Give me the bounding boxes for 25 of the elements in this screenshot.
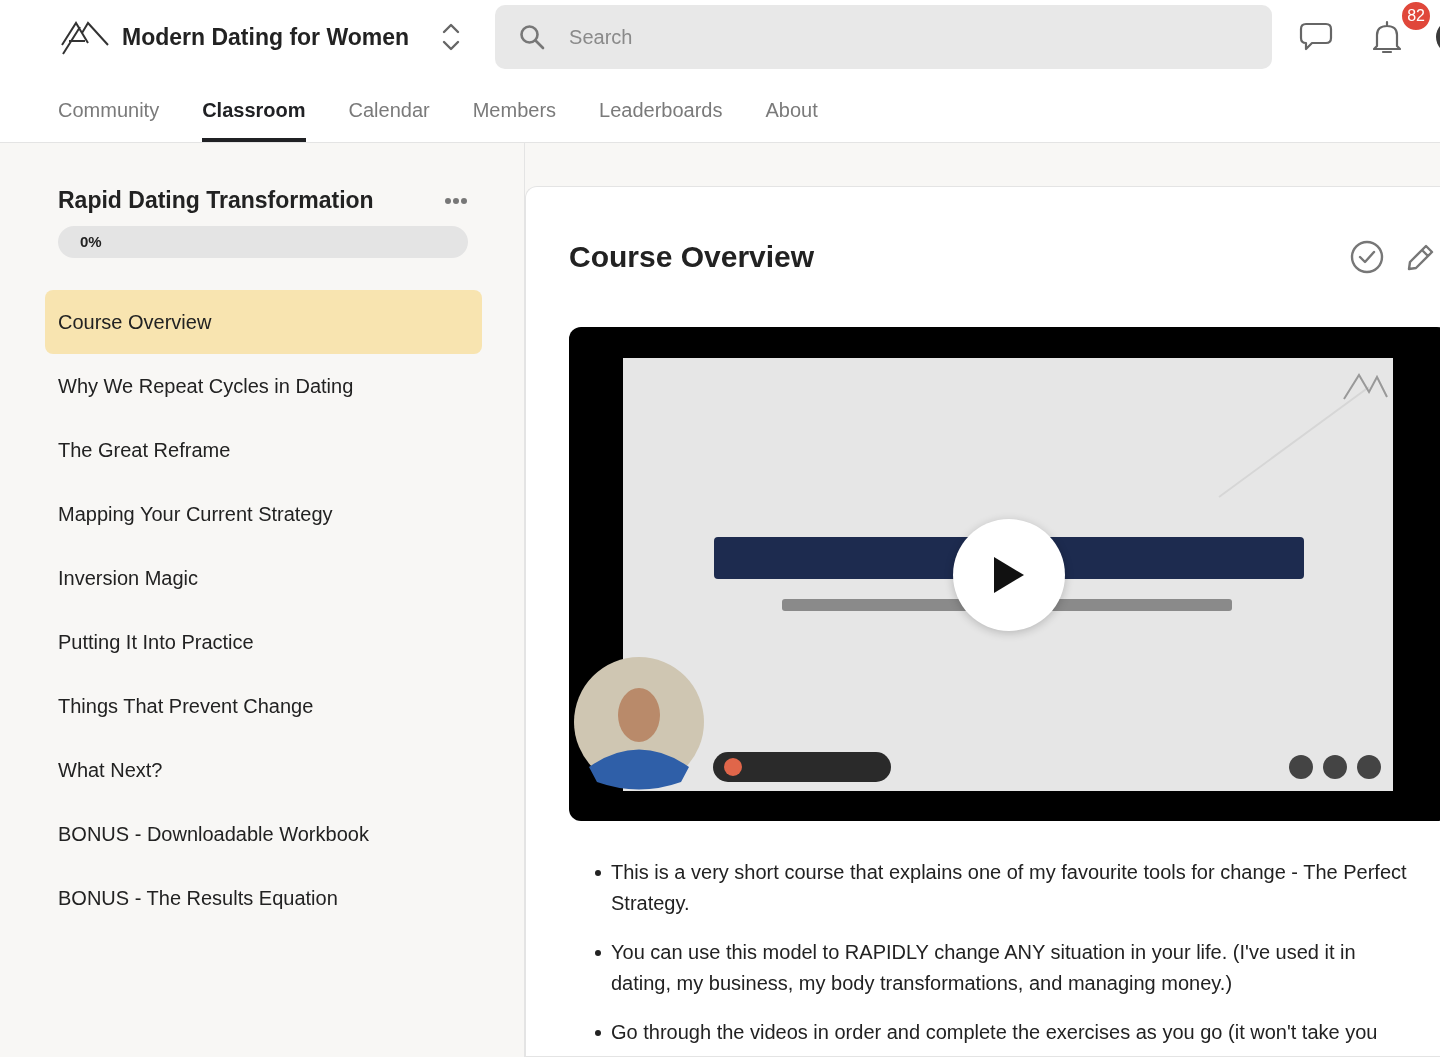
course-title: Rapid Dating Transformation (58, 187, 374, 214)
community-name: Modern Dating for Women (122, 23, 410, 51)
search-field[interactable]: Search (495, 5, 1273, 69)
nav-tab[interactable]: Leaderboards (599, 74, 723, 142)
nav-tab[interactable]: Calendar (348, 74, 430, 142)
lesson-item[interactable]: BONUS - Downloadable Workbook (45, 802, 482, 866)
bullet-text: Go through the videos in order and complete the exercises as you go (it won't take you (611, 1020, 1378, 1045)
lesson-item[interactable]: Why We Repeat Cycles in Dating (45, 354, 482, 418)
nav-tab[interactable]: Community (58, 74, 160, 142)
notification-badge: 82 (1400, 0, 1433, 32)
lesson-item[interactable]: Inversion Magic (45, 546, 482, 610)
lesson-item[interactable]: BONUS - The Results Equation (45, 866, 482, 930)
bullet-text: This is a very short course that explains one of my favourite tools for change - The Perfect Strategy. (611, 860, 1408, 916)
lesson-item[interactable]: What Next? (45, 738, 482, 802)
progress-label: 0% (80, 233, 102, 250)
lesson-title: Course Overview (569, 240, 816, 274)
nav-tab[interactable]: Members (472, 74, 557, 142)
lesson-item[interactable]: Things That Prevent Change (45, 674, 482, 738)
nav-tab[interactable]: About (765, 74, 818, 142)
lesson-item[interactable]: Putting It Into Practice (45, 610, 482, 674)
lesson-item[interactable]: Mapping Your Current Strategy (45, 482, 482, 546)
nav-tab[interactable]: Classroom (202, 74, 306, 142)
lesson-item[interactable]: The Great Reframe (45, 418, 482, 482)
bullet-text: You can use this model to RAPIDLY change ANY situation in your life. (I've used it in dating, my business, my body transformations, and managing money.) (611, 940, 1357, 996)
lesson-item[interactable]: Course Overview (45, 290, 482, 354)
